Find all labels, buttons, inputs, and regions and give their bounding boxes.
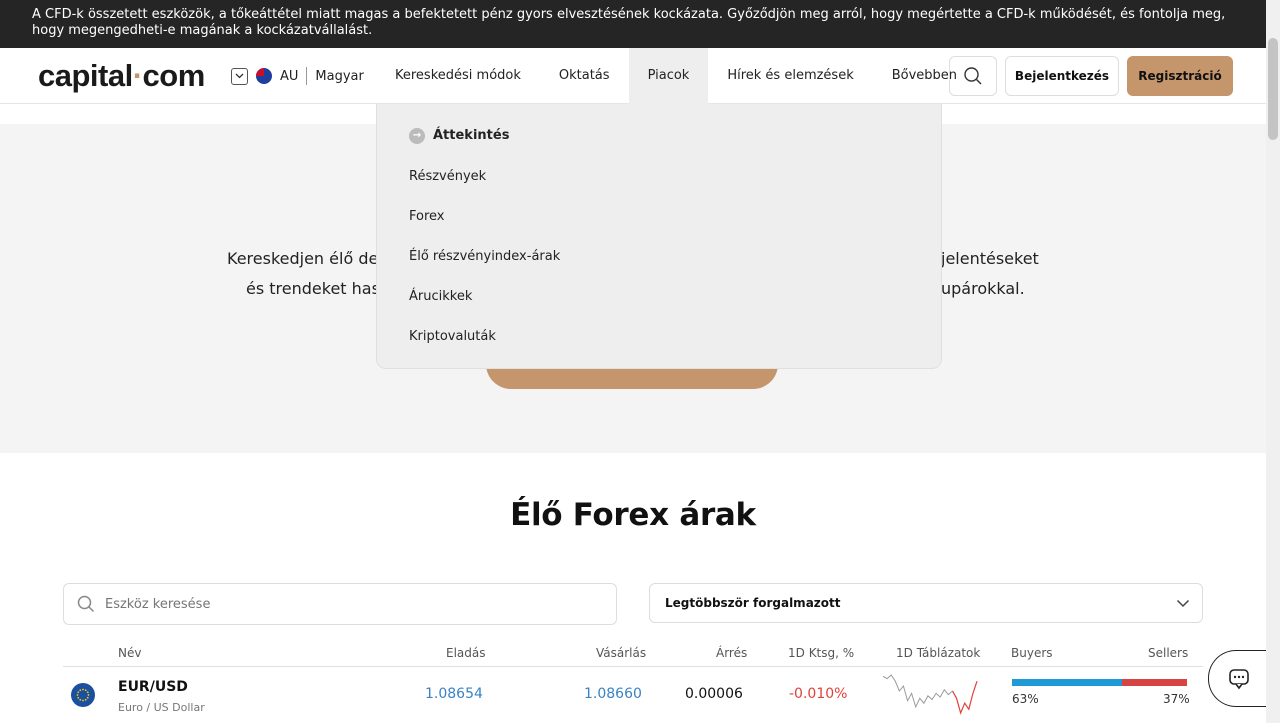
risk-warning-banner: A CFD-k összetett eszközök, a tőkeáttéte…	[0, 0, 1266, 48]
buyers-bar	[1012, 679, 1123, 686]
asset-search-field[interactable]	[63, 583, 617, 625]
locale-selector[interactable]: AU Magyar	[231, 67, 364, 85]
eu-star	[79, 698, 82, 701]
sort-dropdown-value: Legtöbbször forgalmazott	[665, 596, 841, 610]
menu-item-commodities[interactable]: Árucikkek	[409, 287, 941, 327]
arrow-right-icon: →	[409, 128, 425, 144]
menu-item-overview[interactable]: → Áttekintés	[409, 126, 941, 167]
chat-icon	[1228, 668, 1249, 689]
eu-star	[86, 691, 89, 694]
col-header-buyers: Buyers	[1011, 646, 1053, 660]
row-symbol: EUR/USD	[118, 679, 188, 695]
chat-button[interactable]	[1208, 650, 1268, 707]
capital-com-logo[interactable]: capital·com	[38, 58, 205, 94]
login-button[interactable]: Bejelentkezés	[1005, 56, 1119, 96]
col-header-name[interactable]: Név	[118, 646, 141, 660]
eu-star	[84, 689, 87, 692]
hero-line-1-left: Kereskedjen élő de	[227, 249, 379, 268]
eu-star	[82, 688, 84, 691]
sparkline-recent-segment	[951, 680, 978, 715]
page-scrollbar[interactable]	[1266, 0, 1280, 723]
eu-flag-icon	[71, 683, 95, 707]
eu-star	[87, 694, 90, 696]
hero-line-2-right: upárokkal.	[941, 279, 1025, 298]
asset-search-input[interactable]	[105, 596, 585, 612]
eu-star	[84, 698, 87, 701]
risk-warning-line-1: A CFD-k összetett eszközök, a tőkeáttéte…	[32, 7, 1226, 22]
scrollbar-thumb[interactable]	[1268, 38, 1278, 140]
row-spread: 0.00006	[685, 686, 743, 702]
search-icon	[77, 595, 95, 613]
chevron-down-icon	[1176, 599, 1190, 607]
australia-flag-icon	[256, 68, 272, 84]
menu-item-indices[interactable]: Élő részvényindex-árak	[409, 247, 941, 287]
nav-news-analysis[interactable]: Hírek és elemzések	[708, 48, 872, 104]
eu-star	[79, 689, 82, 692]
col-header-change[interactable]: 1D Ktsg, %	[788, 646, 854, 660]
chevron-down-icon[interactable]	[231, 67, 248, 85]
eu-star	[77, 696, 80, 699]
col-header-chart: 1D Táblázatok	[896, 646, 981, 660]
col-header-buy[interactable]: Vásárlás	[596, 646, 646, 660]
sentiment-bar	[1012, 679, 1187, 686]
eu-star	[86, 696, 89, 699]
logo-dot: ·	[132, 58, 143, 93]
menu-item-overview-label: Áttekintés	[433, 128, 510, 143]
locale-divider	[306, 67, 308, 85]
forex-section-title: Élő Forex árak	[510, 497, 756, 533]
menu-item-crypto[interactable]: Kriptovaluták	[409, 327, 941, 367]
row-description: Euro / US Dollar	[118, 701, 205, 714]
menu-item-forex[interactable]: Forex	[409, 207, 941, 247]
sparkline-past-segment	[882, 674, 953, 709]
region-code: AU	[280, 68, 299, 84]
menu-item-shares[interactable]: Részvények	[409, 167, 941, 207]
sellers-bar	[1122, 679, 1187, 686]
row-sell-price[interactable]: 1.08654	[425, 686, 483, 702]
sort-dropdown[interactable]: Legtöbbször forgalmazott	[649, 583, 1203, 623]
col-header-sellers: Sellers	[1148, 646, 1189, 660]
logo-text-left: capital	[38, 58, 133, 93]
col-header-sell[interactable]: Eladás	[446, 646, 486, 660]
eu-star	[82, 699, 84, 702]
markets-dropdown-menu: → Áttekintés Részvények Forex Élő részvé…	[376, 104, 942, 369]
row-sparkline-chart	[882, 674, 978, 715]
logo-text-right: com	[142, 58, 206, 93]
main-nav: Kereskedési módok Oktatás Piacok Hírek é…	[376, 48, 976, 104]
header-search-button[interactable]	[949, 56, 997, 96]
buyers-percent: 63%	[1012, 692, 1039, 706]
table-header-divider	[63, 666, 1203, 667]
hero-line-2-left: és trendeket has	[246, 279, 380, 298]
register-button[interactable]: Regisztráció	[1127, 56, 1233, 96]
site-header: capital·com AU Magyar Kereskedési módok …	[0, 48, 1266, 104]
nav-education[interactable]: Oktatás	[540, 48, 629, 104]
row-buy-price[interactable]: 1.08660	[584, 686, 642, 702]
row-change: -0.010%	[789, 686, 848, 702]
eu-star	[77, 691, 80, 694]
sellers-percent: 37%	[1163, 692, 1190, 706]
col-header-spread[interactable]: Árrés	[716, 646, 747, 660]
hero-line-1-right: jelentéseket	[941, 249, 1039, 268]
risk-warning-line-2: hogy megengedheti-e magának a kockázatvá…	[32, 23, 373, 38]
language-label: Magyar	[315, 68, 364, 84]
nav-markets[interactable]: Piacok	[628, 48, 709, 104]
eu-star	[76, 694, 79, 696]
nav-trading-modes[interactable]: Kereskedési módok	[376, 48, 540, 104]
search-icon	[964, 67, 982, 85]
